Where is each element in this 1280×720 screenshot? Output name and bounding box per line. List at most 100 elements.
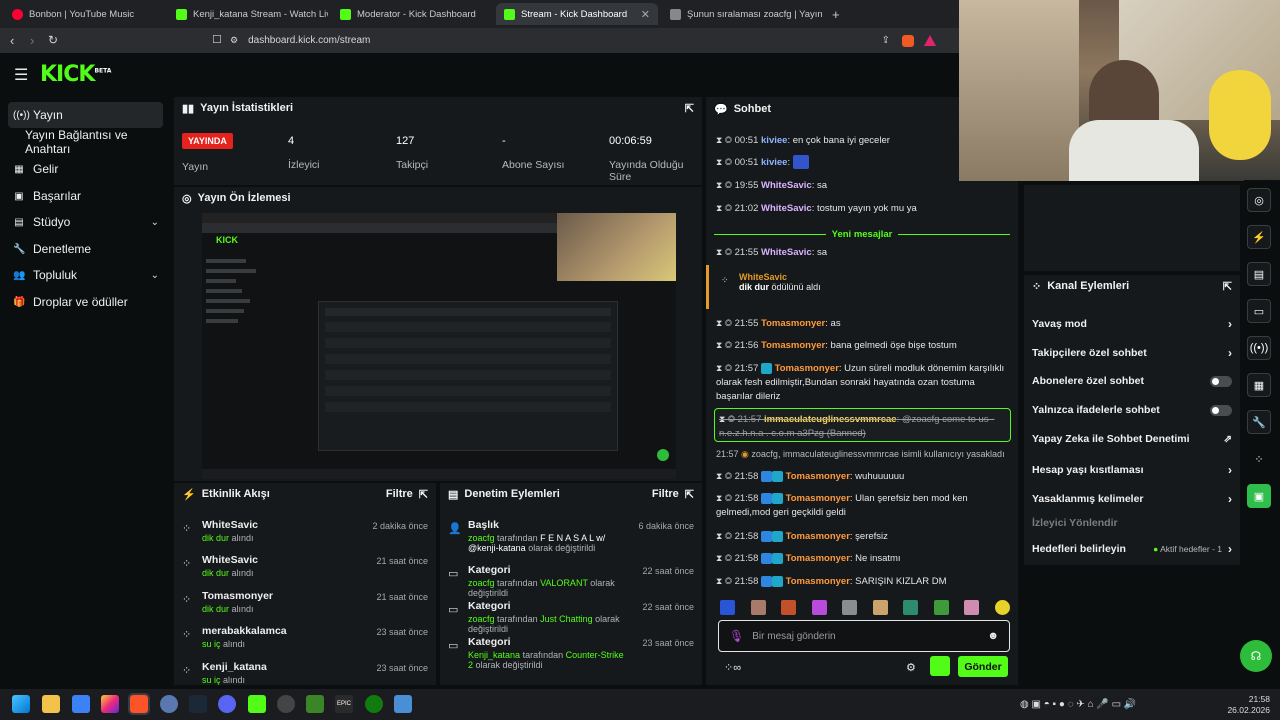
microphone-icon[interactable]: 🎙: [729, 629, 744, 643]
sidebar-item-revenue[interactable]: ▦ Gelir: [8, 156, 163, 182]
emote-icon[interactable]: [994, 600, 1010, 615]
share-icon[interactable]: ⇪: [882, 35, 890, 46]
chat-message[interactable]: ⧗ ◎ 21:58 Tomasmonyer: Ulan şerefsiz ben…: [716, 491, 1006, 520]
reload-icon[interactable]: ↻: [48, 33, 58, 47]
emote-icon[interactable]: [872, 600, 888, 615]
emote-icon[interactable]: [750, 600, 766, 615]
send-button[interactable]: Gönder: [958, 656, 1008, 677]
url-field[interactable]: ⚙ dashboard.kick.com/stream ⇪: [230, 31, 950, 50]
menu-icon[interactable]: ☰: [14, 65, 28, 85]
chat-message[interactable]: ⧗ ◎ 21:58 Tomasmonyer: şerefsiz: [716, 529, 1006, 544]
bookmark-icon[interactable]: ☐: [212, 33, 222, 46]
sidebar-item-stream-key[interactable]: Yayın Bağlantısı ve Anahtarı: [20, 128, 175, 156]
emote-icon[interactable]: [781, 600, 797, 615]
clock[interactable]: 21:58 26.02.2026: [1226, 694, 1270, 716]
settings-icon[interactable]: ⚙: [906, 661, 916, 674]
emotes-only-option[interactable]: Yalnızca ifadelerle sohbet: [1032, 404, 1232, 416]
wrench-icon[interactable]: 🔧: [1247, 410, 1271, 434]
forward-icon[interactable]: ›: [30, 33, 34, 48]
site-settings-icon[interactable]: ⚙: [230, 35, 238, 46]
popout-icon[interactable]: ⇱: [419, 488, 428, 501]
kick-logo[interactable]: KICKBETA: [40, 62, 111, 87]
browser-tab[interactable]: Şunun sıralaması zoacfg | Yayının g: [662, 3, 822, 25]
chat-message[interactable]: ⧗ ◎ 21:56 Tomasmonyer: bana gelmedi öşe …: [716, 338, 1006, 353]
browser-tab[interactable]: Kenji_katana Stream - Watch Live: [168, 3, 328, 25]
browser-tab[interactable]: Bonbon | YouTube Music: [4, 3, 164, 25]
browser-tab[interactable]: Moderator - Kick Dashboard: [332, 3, 492, 25]
minecraft-icon[interactable]: [306, 695, 324, 713]
popout-icon[interactable]: ⇱: [1223, 280, 1232, 293]
chat-input[interactable]: 🎙 Bir mesaj gönderin ☻: [718, 620, 1010, 652]
chat-message[interactable]: ⧗ ◎ 21:58 Tomasmonyer: SARIŞIN KIZLAR DM: [716, 574, 1006, 589]
instagram-icon[interactable]: [101, 695, 119, 713]
document-icon[interactable]: ▤: [1247, 262, 1271, 286]
subscribers-only-toggle[interactable]: [1210, 375, 1232, 387]
chat-message[interactable]: ⧗ ◎ 21:57 Tomasmonyer: Uzun süreli modlu…: [716, 361, 1006, 404]
chat-message[interactable]: ⧗ ◎ 21:55 Tomasmonyer: as: [716, 316, 1006, 331]
file-explorer-icon[interactable]: [42, 695, 60, 713]
windows-start-icon[interactable]: [12, 695, 30, 713]
emote-icon[interactable]: [964, 600, 980, 615]
emotes-only-toggle[interactable]: [1210, 404, 1232, 416]
banned-words-option[interactable]: Yasaklanmış kelimeler ›: [1032, 492, 1232, 506]
discord-icon[interactable]: [218, 695, 236, 713]
kick-icon[interactable]: [248, 695, 266, 713]
broadcast-icon[interactable]: ((•)): [1247, 336, 1271, 360]
tray-icons[interactable]: ◍ ▣ ◓ ▪ ● ◌ ✈ ⌂ 🎤 ▭ 🔊: [1020, 699, 1136, 710]
followers-only-option[interactable]: Takipçilere özel sohbet ›: [1032, 346, 1232, 360]
filter-button[interactable]: Filtre: [652, 488, 679, 500]
kick-bot-icon[interactable]: [930, 656, 950, 676]
preview-icon[interactable]: ◎: [1247, 188, 1271, 212]
sidebar-item-drops[interactable]: 🎁 Droplar ve ödüller: [8, 289, 163, 315]
emote-icon[interactable]: [903, 600, 919, 615]
sidebar-item-moderation[interactable]: 🔧 Denetleme: [8, 236, 163, 262]
xbox-icon[interactable]: [365, 695, 383, 713]
rewards-icon[interactable]: ⁘: [1247, 447, 1271, 471]
stat-viewers: 4 İzleyici: [288, 135, 320, 171]
emote-icon[interactable]: [933, 600, 949, 615]
brave-icon[interactable]: [128, 693, 150, 715]
app-icon[interactable]: [394, 695, 412, 713]
emote-icon[interactable]: [842, 600, 858, 615]
brave-shield-icon[interactable]: [902, 34, 914, 47]
browser-tab-active[interactable]: Stream - Kick Dashboard ✕: [496, 3, 658, 25]
app-icon[interactable]: [277, 695, 295, 713]
sidebar-item-community[interactable]: 👥 Topluluk ⌄: [8, 262, 163, 288]
subscribers-only-option[interactable]: Abonelere özel sohbet: [1032, 375, 1232, 387]
set-targets-option[interactable]: Hedefleri belirleyin ● Aktif hedefler - 1…: [1032, 542, 1232, 556]
rewards-icon[interactable]: ⁘∞: [724, 661, 741, 674]
slow-mode-option[interactable]: Yavaş mod ›: [1032, 317, 1232, 331]
kick-bot-icon[interactable]: ▣: [1247, 484, 1271, 508]
chat-message[interactable]: ⧗ ◎ 21:02 WhiteSavic: tostum yayın yok m…: [716, 201, 1006, 216]
epic-games-icon[interactable]: EPIC: [335, 695, 353, 713]
support-icon[interactable]: ☊: [1240, 640, 1272, 672]
close-icon[interactable]: ✕: [641, 8, 650, 21]
app-icon[interactable]: [72, 695, 90, 713]
sidebar-item-achievements[interactable]: ▣ Başarılar: [8, 183, 163, 209]
studio-icon[interactable]: ▦: [1247, 373, 1271, 397]
chat-icon[interactable]: ▭: [1247, 299, 1271, 323]
chat-message[interactable]: ⧗ ◎ 21:58 Tomasmonyer: Ne insatmı: [716, 551, 1006, 566]
deleted-message[interactable]: ⧗ ◎ 21:57 immaculateuglinessvmmrcae: @zo…: [714, 408, 1011, 442]
sidebar-item-studio[interactable]: ▤ Stüdyo ⌄: [8, 209, 163, 235]
new-tab-button[interactable]: +: [824, 3, 844, 25]
stream-preview-video[interactable]: KICK: [202, 213, 676, 479]
ai-moderation-option[interactable]: Yapay Zeka ile Sohbet Denetimi ⇗: [1032, 433, 1232, 445]
app-icon[interactable]: [160, 695, 178, 713]
account-age-option[interactable]: Hesap yaşı kısıtlaması ›: [1032, 463, 1232, 477]
popout-icon[interactable]: ⇱: [685, 102, 694, 115]
chat-message[interactable]: ⧗ ◎ 21:55 WhiteSavic: sa: [716, 245, 1006, 260]
sidebar-item-stream[interactable]: ((•)) Yayın: [8, 102, 163, 128]
stream-preview-panel: ◎ Yayın Ön İzlemesi KICK: [174, 187, 702, 481]
emoji-icon[interactable]: ☻: [987, 630, 999, 642]
back-icon[interactable]: ‹: [10, 33, 14, 48]
popout-icon[interactable]: ⇱: [685, 488, 694, 501]
steam-icon[interactable]: [189, 695, 207, 713]
emote-icon[interactable]: [811, 600, 827, 615]
emote-icon[interactable]: [720, 600, 735, 615]
lightning-icon[interactable]: ⚡: [1247, 225, 1271, 249]
filter-button[interactable]: Filtre: [386, 488, 413, 500]
chat-message[interactable]: ⧗ ◎ 21:58 Tomasmonyer: wuhuuuuuu: [716, 469, 1006, 484]
brave-rewards-icon[interactable]: [924, 35, 936, 46]
reward-icon: ⁘: [721, 275, 729, 285]
